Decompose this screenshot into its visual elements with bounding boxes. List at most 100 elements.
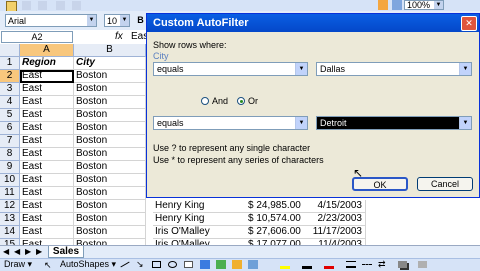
or-label[interactable]: Or: [248, 96, 258, 106]
line-color-icon[interactable]: [302, 260, 312, 269]
row-header[interactable]: 10: [0, 174, 20, 187]
cell-region[interactable]: East: [20, 148, 74, 161]
cut-icon[interactable]: [22, 1, 31, 10]
dash-style-icon[interactable]: [362, 264, 372, 266]
cell-sales-rep[interactable]: Henry King: [153, 213, 248, 226]
oval-icon[interactable]: [168, 261, 177, 268]
cell-sales-rep[interactable]: Henry King: [153, 200, 248, 213]
row-header[interactable]: 11: [0, 187, 20, 200]
chevron-down-icon[interactable]: ▼: [295, 117, 307, 129]
cell-amount[interactable]: $ 27,606.00: [248, 226, 303, 239]
header-cell-city[interactable]: City: [74, 57, 146, 70]
cancel-button[interactable]: Cancel: [417, 177, 473, 191]
drawing-icon[interactable]: [392, 0, 402, 10]
chevron-down-icon[interactable]: ▼: [459, 117, 471, 129]
undo-icon[interactable]: [56, 1, 65, 10]
autoshapes-menu[interactable]: AutoShapes ▾: [60, 259, 116, 270]
cell-amount[interactable]: $ 24,985.00: [248, 200, 303, 213]
row-header[interactable]: 2: [0, 70, 20, 83]
first-sheet-arrow-icon[interactable]: ◀: [3, 247, 9, 256]
value-combo-1[interactable]: Dallas ▼: [316, 62, 472, 76]
cell-region[interactable]: East: [20, 70, 74, 83]
chevron-down-icon[interactable]: ▼: [120, 15, 129, 26]
cell-amount[interactable]: $ 10,574.00: [248, 213, 303, 226]
operator-select-1[interactable]: equals ▼: [153, 62, 308, 76]
cell-city[interactable]: Boston: [74, 174, 146, 187]
row-header[interactable]: 8: [0, 148, 20, 161]
cell-city[interactable]: Boston: [74, 96, 146, 109]
chart-wizard-icon[interactable]: [378, 0, 388, 10]
cell-city[interactable]: Boston: [74, 161, 146, 174]
line-icon[interactable]: [120, 261, 130, 268]
cell-city[interactable]: Boston: [74, 213, 146, 226]
column-header-a[interactable]: A: [20, 44, 74, 57]
cell-city[interactable]: Boston: [74, 148, 146, 161]
last-sheet-arrow-icon[interactable]: ▶: [36, 247, 42, 256]
cell-region[interactable]: East: [20, 213, 74, 226]
row-header[interactable]: 7: [0, 135, 20, 148]
chevron-down-icon[interactable]: ▼: [87, 15, 96, 26]
3d-style-icon[interactable]: [418, 261, 427, 268]
fx-icon[interactable]: fx: [115, 31, 123, 42]
wordart-icon[interactable]: [200, 260, 210, 269]
dialog-title-bar[interactable]: Custom AutoFilter: [147, 14, 479, 32]
chevron-down-icon[interactable]: ▼: [434, 1, 443, 9]
draw-menu[interactable]: Draw ▾: [4, 259, 32, 270]
cell-region[interactable]: East: [20, 96, 74, 109]
sheet-tab-sales[interactable]: Sales: [48, 246, 84, 258]
row-header[interactable]: 9: [0, 161, 20, 174]
cell-city[interactable]: Boston: [74, 122, 146, 135]
shadow-style-icon[interactable]: [398, 261, 407, 268]
row-header[interactable]: 1: [0, 57, 20, 70]
column-header-b[interactable]: B: [74, 44, 146, 57]
select-objects-icon[interactable]: ↖: [44, 260, 52, 271]
close-icon[interactable]: ✕: [461, 16, 477, 31]
cell-region[interactable]: East: [20, 187, 74, 200]
row-header[interactable]: 3: [0, 83, 20, 96]
arrow-icon[interactable]: ↘: [136, 259, 144, 270]
and-label[interactable]: And: [212, 96, 228, 106]
cell-city[interactable]: Boston: [74, 187, 146, 200]
and-radio[interactable]: [201, 97, 209, 105]
font-size-box[interactable]: 10 ▼: [104, 14, 130, 27]
diagram-icon[interactable]: [216, 260, 226, 269]
cell-date[interactable]: 4/15/2003: [303, 200, 366, 213]
or-radio[interactable]: [237, 97, 245, 105]
cell-city[interactable]: Boston: [74, 109, 146, 122]
font-name-box[interactable]: Arial ▼: [5, 14, 97, 27]
row-header[interactable]: 4: [0, 96, 20, 109]
cell-date[interactable]: 2/23/2003: [303, 213, 366, 226]
cell-city[interactable]: Boston: [74, 135, 146, 148]
text-box-icon[interactable]: [184, 261, 193, 268]
redo-icon[interactable]: [72, 1, 81, 10]
prev-sheet-arrow-icon[interactable]: ◀: [14, 247, 20, 256]
cell-region[interactable]: East: [20, 109, 74, 122]
copy-icon[interactable]: [38, 1, 47, 10]
chevron-down-icon[interactable]: ▼: [295, 63, 307, 75]
fill-color-icon[interactable]: [280, 260, 290, 269]
cell-city[interactable]: Boston: [74, 226, 146, 239]
cell-city[interactable]: Boston: [74, 70, 146, 83]
line-style-icon[interactable]: [346, 261, 356, 268]
value-combo-2[interactable]: Detroit ▼: [316, 116, 472, 130]
zoom-box[interactable]: 100% ▼: [404, 0, 444, 10]
row-header[interactable]: 12: [0, 200, 20, 213]
cell-region[interactable]: East: [20, 174, 74, 187]
row-header[interactable]: 6: [0, 122, 20, 135]
chevron-down-icon[interactable]: ▼: [459, 63, 471, 75]
cell-region[interactable]: East: [20, 226, 74, 239]
picture-icon[interactable]: [248, 260, 258, 269]
cell-region[interactable]: East: [20, 83, 74, 96]
rectangle-icon[interactable]: [152, 261, 161, 268]
cell-region[interactable]: East: [20, 135, 74, 148]
select-all-corner[interactable]: [0, 44, 20, 57]
operator-select-2[interactable]: equals ▼: [153, 116, 308, 130]
cell-date[interactable]: 11/17/2003: [303, 226, 366, 239]
arrow-style-icon[interactable]: ⇄: [378, 259, 386, 270]
cell-city[interactable]: Boston: [74, 83, 146, 96]
header-cell-region[interactable]: Region: [20, 57, 74, 70]
row-header[interactable]: 14: [0, 226, 20, 239]
row-header[interactable]: 13: [0, 213, 20, 226]
font-color-icon[interactable]: [324, 260, 334, 269]
name-box[interactable]: A2: [1, 31, 73, 43]
